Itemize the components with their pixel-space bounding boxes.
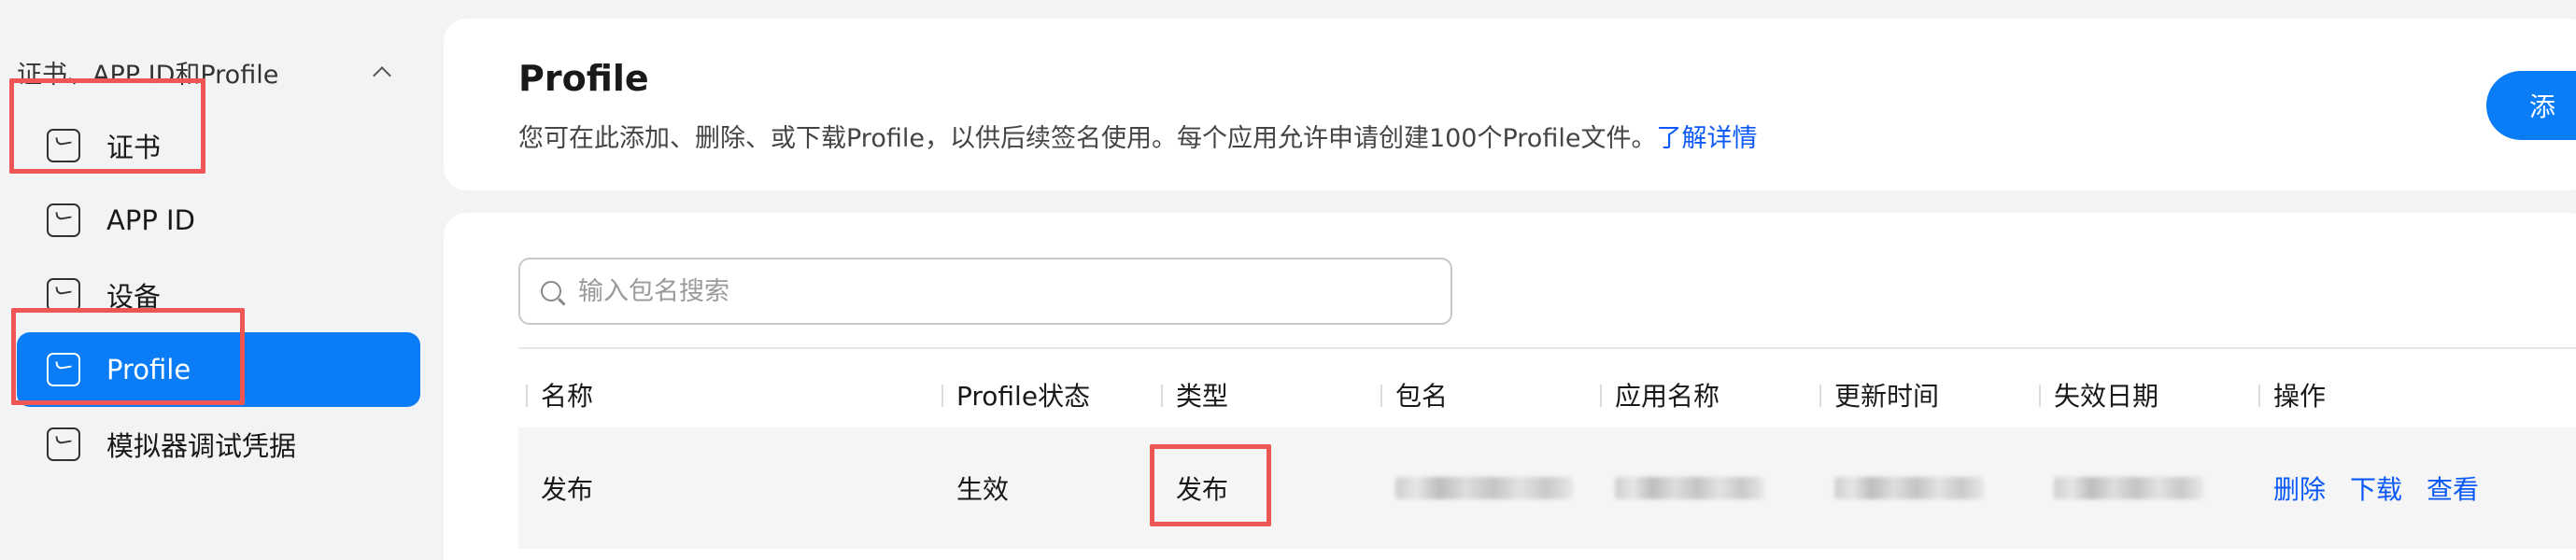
sidebar-item-label: Profile <box>106 354 191 385</box>
cell-name: 发布 <box>541 474 594 505</box>
page-description: 您可在此添加、删除、或下载Profile，以供后续签名使用。每个应用允许申请创建… <box>518 118 1757 154</box>
column-header-app-name: 应用名称 <box>1592 362 1720 427</box>
delete-link[interactable]: 删除 <box>2273 469 2326 507</box>
cell-updated-redacted <box>1812 427 1984 549</box>
table-divider <box>518 347 2576 349</box>
search-input[interactable] <box>578 276 1419 306</box>
cell-package-redacted <box>1373 427 1573 549</box>
view-link[interactable]: 查看 <box>2427 469 2479 507</box>
search-box[interactable] <box>518 258 1452 325</box>
table-row: 发布 生效 发布 删除 下载 查看 <box>518 427 2576 549</box>
table-header: 名称 Profile状态 类型 包名 应用名称 更新时间 失效日期 操作 <box>518 362 2576 427</box>
sidebar-item-label: APP ID <box>106 204 195 236</box>
device-icon <box>47 278 80 312</box>
add-profile-button[interactable]: 添 <box>2486 71 2576 140</box>
sidebar-item-emulator-credential[interactable]: 模拟器调试凭据 <box>26 407 420 482</box>
emulator-credential-icon <box>47 427 80 461</box>
column-header-type: 类型 <box>1154 362 1228 427</box>
cell-status: 生效 <box>956 474 1010 505</box>
column-header-actions: 操作 <box>2251 362 2326 427</box>
sidebar-item-certificate[interactable]: 证书 <box>26 108 420 183</box>
sidebar-item-label: 设备 <box>106 281 162 313</box>
sidebar-item-device[interactable]: 设备 <box>26 258 420 332</box>
search-icon <box>541 281 561 301</box>
page-description-text: 您可在此添加、删除、或下载Profile，以供后续签名使用。每个应用允许申请创建… <box>518 124 1657 153</box>
sidebar-group-label: 证书、APP ID和Profile <box>17 60 279 90</box>
cell-app-name-redacted <box>1592 427 1764 549</box>
certificate-icon <box>47 129 80 162</box>
column-header-expiry: 失效日期 <box>2031 362 2158 427</box>
chevron-up-icon <box>373 66 391 85</box>
cell-type: 发布 <box>1176 474 1229 505</box>
cell-expiry-redacted <box>2031 427 2203 549</box>
download-link[interactable]: 下载 <box>2350 469 2402 507</box>
cell-actions: 删除 下载 查看 <box>2251 427 2503 549</box>
column-header-name: 名称 <box>518 362 593 427</box>
page-title: Profile <box>518 58 649 99</box>
sidebar-item-profile[interactable]: Profile <box>17 332 420 407</box>
learn-more-link[interactable]: 了解详情 <box>1656 124 1757 153</box>
main-card: 名称 Profile状态 类型 包名 应用名称 更新时间 失效日期 操作 发布 … <box>444 213 2576 560</box>
appid-icon <box>47 203 80 237</box>
header-card: Profile 您可在此添加、删除、或下载Profile，以供后续签名使用。每个… <box>444 19 2576 190</box>
column-header-package: 包名 <box>1373 362 1448 427</box>
sidebar-item-label: 模拟器调试凭据 <box>106 430 297 462</box>
sidebar-item-appid[interactable]: APP ID <box>26 183 420 258</box>
sidebar: 证书、APP ID和Profile 证书 APP ID 设备 Profile 模… <box>0 0 432 560</box>
sidebar-item-label: 证书 <box>106 132 162 163</box>
column-header-updated: 更新时间 <box>1812 362 1939 427</box>
column-header-status: Profile状态 <box>934 362 1090 427</box>
profile-icon <box>47 353 80 386</box>
sidebar-group-header[interactable]: 证书、APP ID和Profile <box>17 56 394 90</box>
